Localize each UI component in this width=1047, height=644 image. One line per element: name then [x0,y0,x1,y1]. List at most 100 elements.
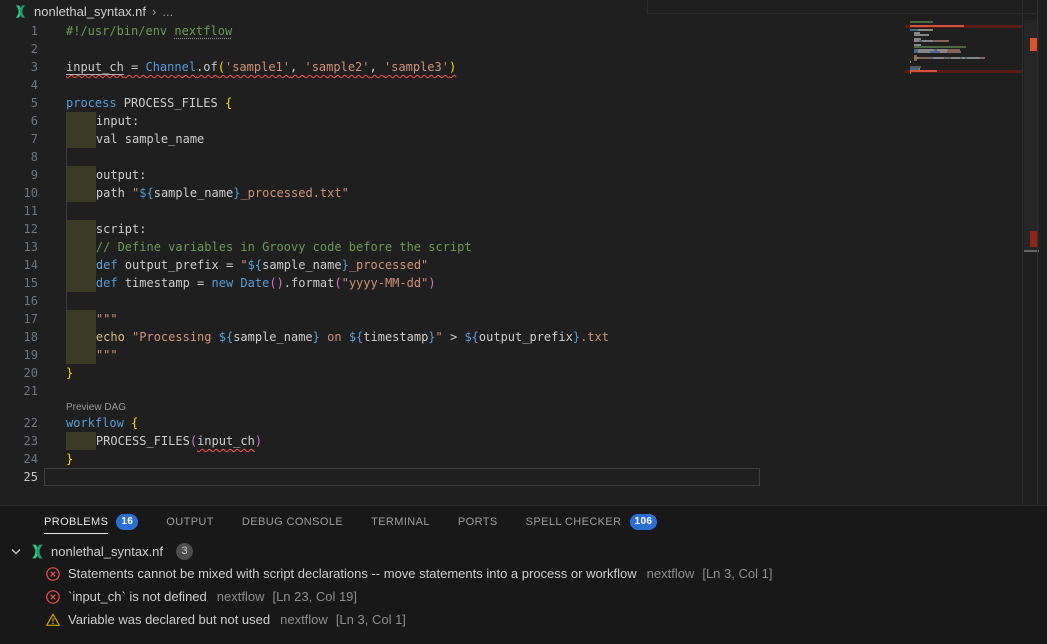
line-content[interactable]: """ [44,346,905,364]
breadcrumb-ellipsis[interactable]: ... [162,4,173,19]
code-line[interactable]: 18 echo "Processing ${sample_name} on ${… [0,328,905,346]
line-content[interactable]: output: [44,166,905,184]
breadcrumb[interactable]: nonlethal_syntax.nf › ... [0,0,1047,22]
line-content[interactable]: #!/usr/bin/env nextflow [44,22,905,40]
code-line[interactable]: 20} [0,364,905,382]
line-content[interactable]: // Define variables in Groovy code befor… [44,238,905,256]
code-token: 'sample3' [384,60,449,74]
bottom-panel: PROBLEMS16OUTPUT DEBUG CONSOLE TERMINALPOR… [0,505,1047,644]
line-number: 23 [0,432,44,450]
line-content[interactable] [44,468,760,486]
codelens-row[interactable]: Preview DAG [0,400,905,414]
line-content[interactable]: path "${sample_name}_processed.txt" [44,184,905,202]
line-content[interactable] [44,40,905,58]
editor-pane[interactable]: nonlethal_syntax.nf › ... 1#!/usr/bin/en… [0,0,1047,505]
problem-row[interactable]: Variable was declared but not usednextfl… [0,608,1047,631]
code-token: def [96,258,125,272]
minimap[interactable] [905,21,1022,83]
tab-debug-console[interactable]: DEBUG CONSOLE [228,506,357,537]
line-content[interactable]: def output_prefix = "${sample_name}_proc… [44,256,905,274]
code-line[interactable]: 17 """ [0,310,905,328]
code-line[interactable]: 16 [0,292,905,310]
code-line[interactable]: 14 def output_prefix = "${sample_name}_p… [0,256,905,274]
code-token: echo [96,330,132,344]
code-line[interactable]: 4 [0,76,905,94]
code-line[interactable]: 1#!/usr/bin/env nextflow [0,22,905,40]
code-token: " [240,258,247,272]
vscode-window: nonlethal_syntax.nf › ... 1#!/usr/bin/en… [0,0,1047,644]
code-line[interactable]: 10 path "${sample_name}_processed.txt" [0,184,905,202]
overview-ruler-scrollbar[interactable] [1022,0,1038,505]
line-content[interactable]: } [44,450,905,468]
line-content[interactable]: process PROCESS_FILES { [44,94,905,112]
line-content[interactable]: workflow { [44,414,905,432]
breadcrumb-file[interactable]: nonlethal_syntax.nf [34,4,146,19]
line-content[interactable]: script: [44,220,905,238]
code-token: timestamp = [125,276,212,290]
chevron-down-icon[interactable] [8,543,24,559]
code-token: "yyyy-MM-dd" [342,276,429,290]
code-line[interactable]: 9 output: [0,166,905,184]
line-content[interactable]: } [44,364,905,382]
code-line[interactable]: 25 [0,468,905,486]
code-token: ${ [219,330,233,344]
code-line[interactable]: 11 [0,202,905,220]
line-content[interactable]: echo "Processing ${sample_name} on ${tim… [44,328,905,346]
line-content[interactable] [44,148,905,166]
code-token: _processed" [349,258,428,272]
tab-label: DEBUG CONSOLE [242,510,343,533]
code-token: script: [96,222,147,236]
code-line[interactable]: 12 script: [0,220,905,238]
code-line[interactable]: 23 PROCESS_FILES(input_ch) [0,432,905,450]
tab-ports[interactable]: PORTS [444,506,512,537]
code-line[interactable]: 22workflow { [0,414,905,432]
breadcrumb-separator: › [152,4,156,19]
problem-row[interactable]: Statements cannot be mixed with script d… [0,562,1047,585]
code-token: { [131,416,138,430]
line-number: 13 [0,238,44,256]
code-token: "Processing [132,330,219,344]
line-content[interactable] [44,202,905,220]
code-line[interactable]: 19 """ [0,346,905,364]
tab-output[interactable]: OUTPUT [152,506,228,537]
line-content[interactable]: input_ch = Channel.of('sample1', 'sample… [44,58,905,76]
line-content[interactable]: val sample_name [44,130,905,148]
line-content[interactable] [44,76,905,94]
code-line[interactable]: 21 [0,382,905,400]
code-token: // Define variables in Groovy code befor… [96,240,472,254]
line-content[interactable]: PROCESS_FILES(input_ch) [44,432,905,450]
code-token: , [370,60,384,74]
code-line[interactable]: 7 val sample_name [0,130,905,148]
code-line[interactable]: 15 def timestamp = new Date().format("yy… [0,274,905,292]
line-number: 10 [0,184,44,202]
line-number: 19 [0,346,44,364]
problems-file-group-row[interactable]: nonlethal_syntax.nf 3 [0,540,1047,562]
line-content[interactable]: input: [44,112,905,130]
line-content[interactable]: """ [44,310,905,328]
tab-terminal[interactable]: TERMINAL [357,506,444,537]
code-token: path [96,186,132,200]
line-content[interactable] [44,382,905,400]
codelens-preview-dag[interactable]: Preview DAG [66,402,126,413]
editor-right-border [1037,0,1038,505]
code-line[interactable]: 6 input: [0,112,905,130]
code-area[interactable]: 1#!/usr/bin/env nextflow23input_ch = Cha… [0,22,905,486]
code-line[interactable]: 3input_ch = Channel.of('sample1', 'sampl… [0,58,905,76]
line-content[interactable] [44,292,905,310]
code-line[interactable]: 2 [0,40,905,58]
code-token: 'sample2' [304,60,369,74]
problem-row[interactable]: `input_ch` is not definednextflow[Ln 23,… [0,585,1047,608]
tab-spell-checker[interactable]: SPELL CHECKER106 [512,506,672,537]
code-token: """ [96,348,118,362]
indent-highlight [66,184,96,202]
code-token: Date [240,276,269,290]
tab-problems[interactable]: PROBLEMS16 [30,506,152,537]
line-content[interactable]: def timestamp = new Date().format("yyyy-… [44,274,905,292]
code-token: ( [269,276,276,290]
code-line[interactable]: 8 [0,148,905,166]
code-token: on [320,330,349,344]
code-line[interactable]: 13 // Define variables in Groovy code be… [0,238,905,256]
code-line[interactable]: 5process PROCESS_FILES { [0,94,905,112]
problems-file-count-badge: 3 [176,543,193,560]
code-line[interactable]: 24} [0,450,905,468]
